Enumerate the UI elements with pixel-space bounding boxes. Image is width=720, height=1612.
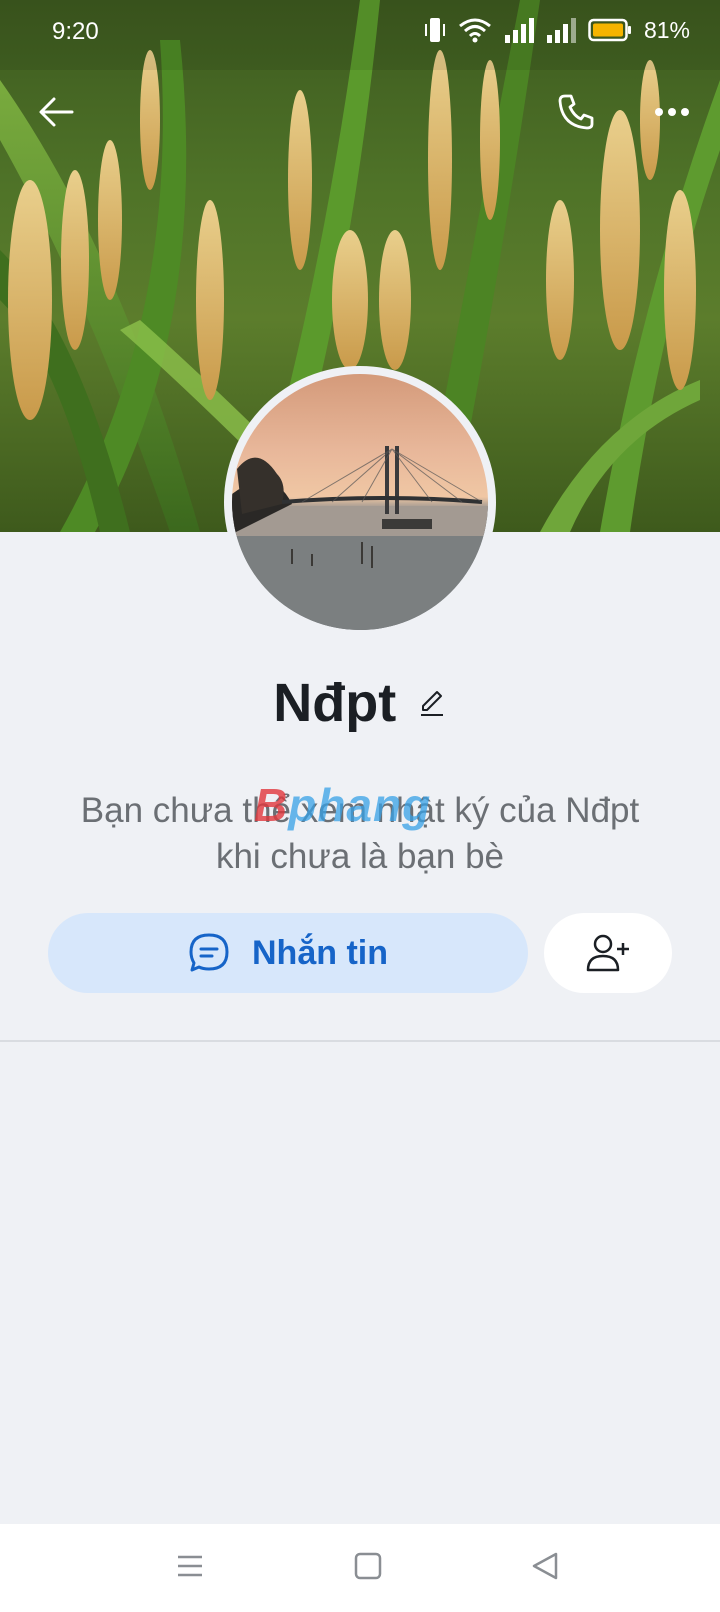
- nav-home-button[interactable]: [348, 1546, 388, 1586]
- status-icons: 81%: [424, 16, 690, 44]
- menu-icon: [178, 1555, 202, 1577]
- section-divider: [0, 1040, 720, 1042]
- signal-icon-2: [546, 18, 576, 43]
- call-button[interactable]: [556, 92, 596, 132]
- more-dots-icon: [655, 108, 689, 116]
- notice-line-2: khi chưa là bạn bè: [215, 837, 505, 876]
- edit-name-button[interactable]: [417, 688, 447, 718]
- more-options-button[interactable]: [652, 96, 692, 128]
- battery-percent: 81%: [643, 16, 690, 43]
- nav-back-button[interactable]: [526, 1546, 566, 1586]
- back-button[interactable]: [36, 92, 76, 132]
- home-icon: [354, 1552, 382, 1580]
- avatar-photo: [232, 374, 488, 630]
- status-time: 9:20: [52, 18, 99, 45]
- arrow-left-icon: [39, 97, 74, 127]
- signal-icon: [504, 18, 534, 43]
- chat-bubble-icon: [189, 933, 229, 972]
- system-nav-bar: [0, 1524, 720, 1612]
- add-friend-icon: [586, 934, 629, 972]
- watermark-logo: Bphang: [254, 779, 432, 831]
- vibrate-icon: [424, 18, 445, 42]
- profile-name-row: Nđpt: [0, 672, 720, 734]
- avatar[interactable]: [224, 366, 496, 638]
- profile-name: Nđpt: [273, 673, 397, 733]
- message-button-label: Nhắn tin: [252, 933, 388, 972]
- wifi-icon: [459, 18, 491, 43]
- phone-icon: [558, 94, 594, 130]
- back-triangle-icon: [532, 1552, 558, 1580]
- battery-icon: [588, 18, 631, 42]
- add-friend-button[interactable]: [544, 913, 672, 993]
- message-button[interactable]: Nhắn tin: [48, 913, 528, 993]
- pencil-icon: [420, 691, 443, 716]
- nav-menu-button[interactable]: [170, 1546, 210, 1586]
- status-bar: 9:20 81%: [0, 0, 720, 64]
